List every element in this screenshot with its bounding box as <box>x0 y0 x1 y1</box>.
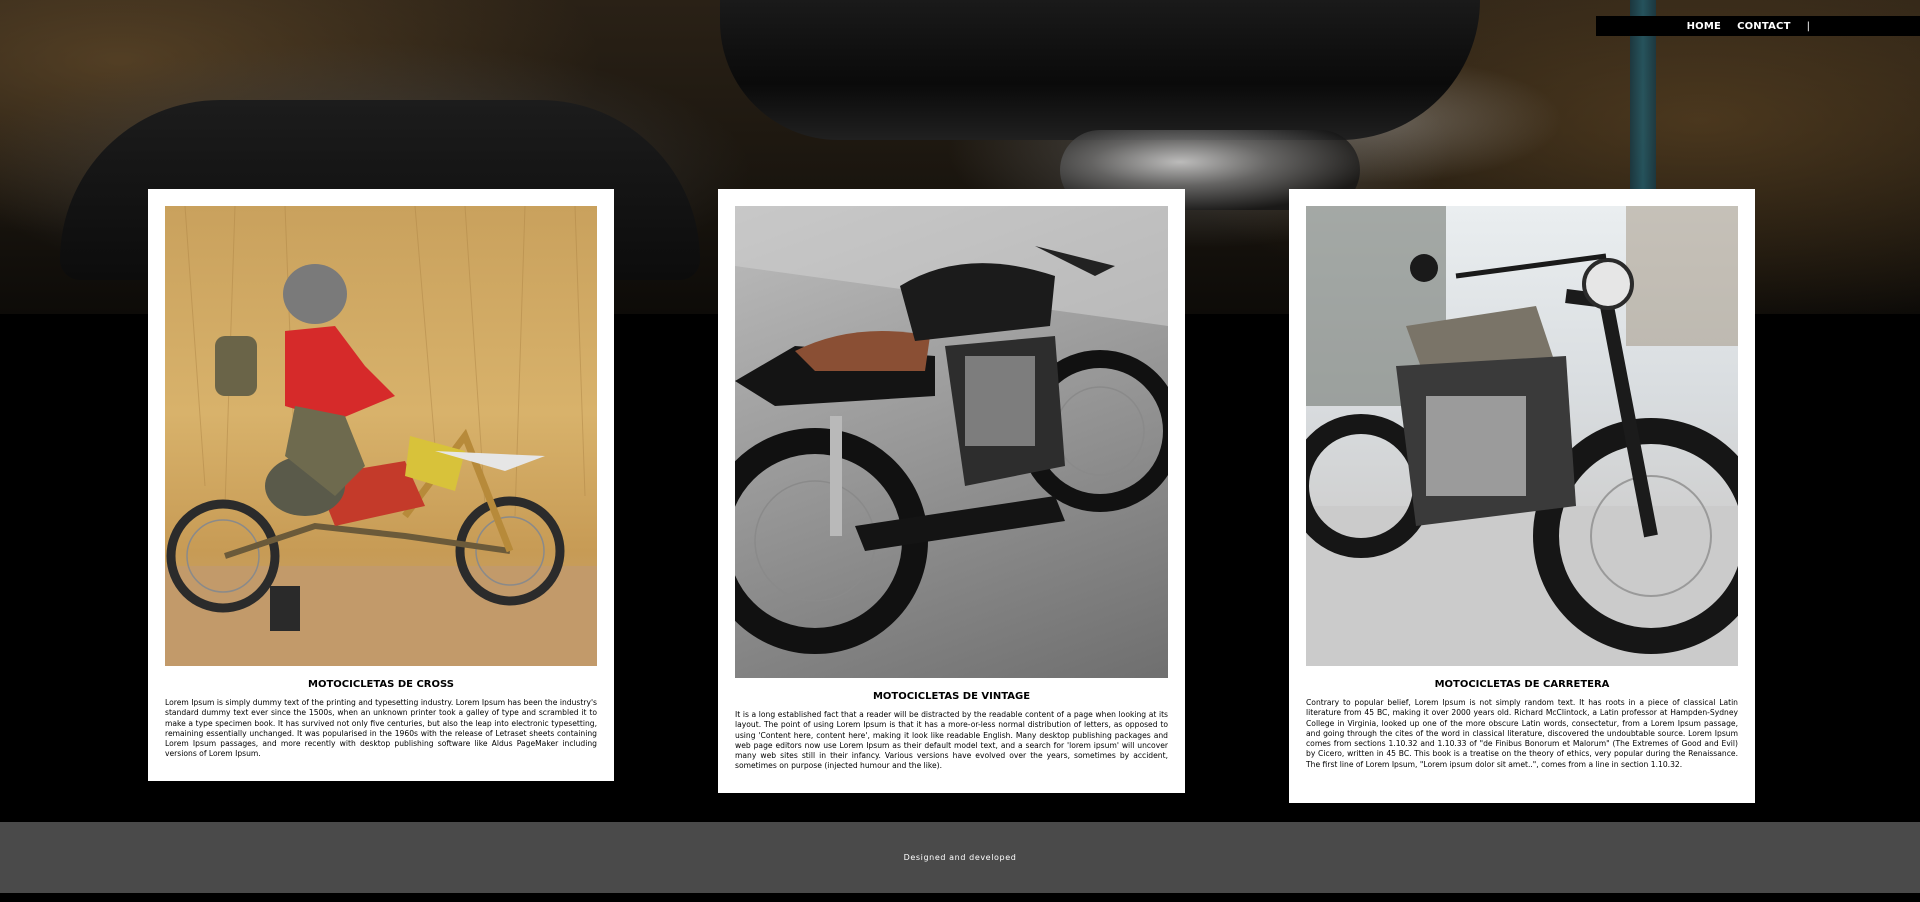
nav-home-link[interactable]: HOME <box>1687 21 1721 32</box>
card-cross: MOTOCICLETAS DE CROSS Lorem Ipsum is sim… <box>148 189 614 781</box>
card-text-carretera: Contrary to popular belief, Lorem Ipsum … <box>1306 698 1738 769</box>
card-vintage: MOTOCICLETAS DE VINTAGE It is a long est… <box>718 189 1185 793</box>
road-motorcycle-illustration <box>1306 206 1738 666</box>
cafe-racer-illustration <box>735 206 1168 654</box>
card-photo-cross <box>165 206 597 666</box>
card-photo-carretera <box>1306 206 1738 666</box>
nav-contact-link[interactable]: CONTACT <box>1737 21 1791 32</box>
card-text-vintage: It is a long established fact that a rea… <box>735 710 1168 771</box>
card-title-cross: MOTOCICLETAS DE CROSS <box>308 679 454 690</box>
card-photo-vintage <box>735 206 1168 678</box>
card-title-vintage: MOTOCICLETAS DE VINTAGE <box>872 691 1031 702</box>
page-footer: Designed and developed <box>0 822 1920 893</box>
card-title-carretera: MOTOCICLETAS DE CARRETERA <box>1434 679 1610 690</box>
card-carretera: MOTOCICLETAS DE CARRETERA Contrary to po… <box>1289 189 1755 803</box>
dirt-bike-illustration <box>165 206 597 666</box>
top-navigation: HOME CONTACT | <box>1596 16 1920 36</box>
footer-credit-text: Designed and developed <box>903 853 1017 862</box>
card-text-cross: Lorem Ipsum is simply dummy text of the … <box>165 698 597 759</box>
hero-fuel-tank-shape <box>720 0 1480 140</box>
nav-separator: | <box>1806 20 1810 32</box>
